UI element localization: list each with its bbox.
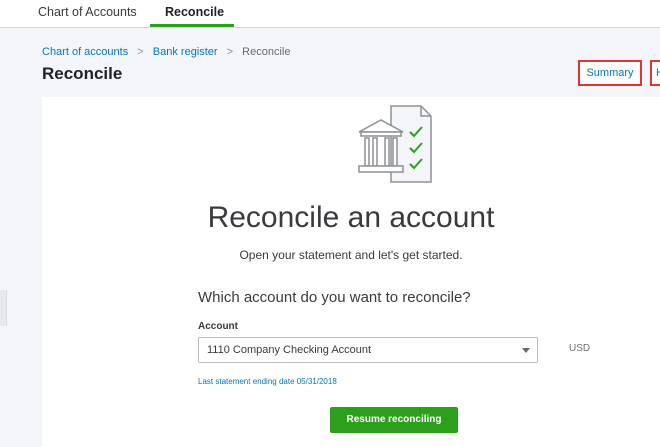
breadcrumb-chart-of-accounts[interactable]: Chart of accounts: [42, 46, 128, 58]
sidebar-edge: [0, 290, 7, 326]
breadcrumb-bank-register[interactable]: Bank register: [153, 46, 218, 58]
account-label: Account: [198, 321, 238, 332]
reconcile-card: Reconcile an account Open your statement…: [42, 97, 660, 447]
breadcrumb-separator: >: [137, 46, 144, 58]
tab-reconcile[interactable]: Reconcile: [165, 5, 224, 19]
bank-statement-check-icon: [358, 105, 432, 183]
breadcrumb: Chart of accounts > Bank register > Reco…: [42, 46, 290, 58]
currency-label: USD: [569, 343, 591, 354]
account-select-value: 1110 Company Checking Account: [207, 344, 372, 356]
breadcrumb-separator: >: [226, 46, 234, 58]
card-heading: Reconcile an account: [207, 201, 495, 234]
account-question: Which account do you want to reconcile?: [198, 289, 471, 306]
top-tab-bar: Chart of Accounts Reconcile: [0, 0, 660, 28]
tab-chart-of-accounts[interactable]: Chart of Accounts: [38, 5, 137, 19]
card-subheading: Open your statement and let's get starte…: [239, 248, 463, 262]
last-statement-link[interactable]: Last statement ending date 05/31/2018: [198, 377, 337, 386]
summary-button[interactable]: Summary: [578, 60, 642, 86]
page-title: Reconcile: [42, 64, 123, 83]
breadcrumb-current: Reconcile: [242, 46, 291, 58]
history-button[interactable]: H: [650, 60, 660, 86]
resume-reconciling-button[interactable]: Resume reconciling: [330, 407, 458, 433]
active-tab-indicator: [150, 24, 234, 27]
chevron-down-icon: [522, 348, 530, 353]
account-select[interactable]: 1110 Company Checking Account: [198, 337, 538, 363]
